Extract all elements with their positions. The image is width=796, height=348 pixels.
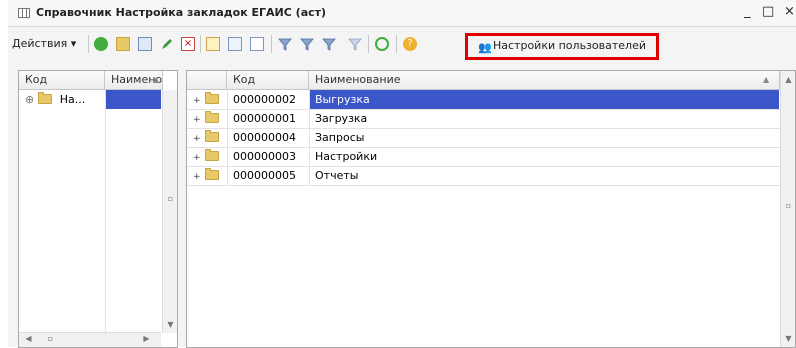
row-code: 000000001 (233, 112, 296, 125)
tree-node[interactable]: ⊕ На... (25, 90, 105, 109)
scroll-thumb[interactable]: ▫ (781, 201, 796, 210)
clear-filter-icon[interactable] (348, 37, 362, 51)
edit-icon[interactable] (160, 37, 174, 51)
row-name: Настройки (315, 150, 378, 163)
minimize-button[interactable]: _ (744, 3, 751, 21)
expand-icon[interactable]: + (193, 153, 201, 163)
table-row[interactable]: + 000000001 Загрузка (187, 109, 795, 128)
add-icon[interactable] (94, 37, 108, 51)
list-col-code[interactable]: Код (227, 71, 309, 90)
scroll-left-icon[interactable]: ◀ (21, 334, 36, 343)
list-panel: Код Наименование ▲ + 000000002 Выгрузка … (186, 70, 796, 348)
folder-icon (204, 111, 219, 123)
toolbar-separator (200, 35, 201, 53)
tree-vscrollbar[interactable]: ▫ ▼ (162, 90, 177, 333)
list-vscrollbar[interactable]: ▲ ▫ ▼ (780, 71, 795, 347)
sort-up-icon: ▲ (763, 75, 770, 84)
left-edge (0, 0, 8, 347)
grid-line (187, 166, 780, 167)
folder-icon (204, 149, 219, 161)
tree-panel: Код Наименов ▲ ⊕ На... ▫ ▼ ◀ ▫ ▶ (18, 70, 178, 348)
user-settings-label: Настройки пользователей (493, 39, 646, 52)
row-name: Выгрузка (309, 90, 779, 109)
list-col-icon (187, 71, 227, 90)
scroll-down-icon[interactable]: ▼ (781, 334, 796, 343)
expand-icon[interactable]: + (193, 96, 201, 106)
filter-icon[interactable] (278, 37, 292, 51)
scroll-right-icon[interactable]: ▶ (139, 334, 154, 343)
table-row[interactable]: + 000000004 Запросы (187, 128, 795, 147)
row-name: Запросы (315, 131, 365, 144)
row-name: Отчеты (315, 169, 359, 182)
grid-line (227, 90, 228, 185)
toolbar-separator (88, 35, 89, 53)
toolbar: Действия ▾ × ? 👥Настройки пользователей (8, 27, 796, 61)
row-code: 000000002 (233, 93, 296, 106)
row-icons: + (193, 166, 227, 185)
scroll-up-icon[interactable]: ▲ (781, 75, 796, 84)
grid-line (187, 128, 780, 129)
table-row[interactable]: + 000000005 Отчеты (187, 166, 795, 185)
grid-line (187, 147, 780, 148)
window-title: Справочник Настройка закладок ЕГАИС (аст… (36, 6, 327, 19)
list-col-name[interactable]: Наименование (309, 71, 780, 90)
copy-icon[interactable] (138, 37, 152, 51)
list-view-icon[interactable] (206, 37, 220, 51)
scroll-thumb[interactable]: ▫ (43, 334, 58, 343)
expand-icon[interactable]: + (193, 172, 201, 182)
row-code: 000000005 (233, 169, 296, 182)
scroll-down-icon[interactable]: ▼ (163, 320, 178, 329)
expand-icon[interactable]: ⊕ (25, 93, 34, 106)
maximize-button[interactable]: □ (762, 3, 774, 21)
expand-icon[interactable]: + (193, 115, 201, 125)
table-row[interactable]: + 000000002 Выгрузка (187, 90, 795, 109)
folder-icon (204, 168, 219, 180)
row-code: 000000003 (233, 150, 296, 163)
refresh-icon[interactable] (375, 37, 389, 51)
sort-up-icon: ▲ (153, 75, 160, 84)
user-settings-button[interactable]: 👥Настройки пользователей (474, 37, 650, 55)
scroll-thumb[interactable]: ▫ (163, 194, 178, 203)
tree-row[interactable]: ⊕ На... (19, 90, 177, 109)
row-icons: + (193, 147, 227, 166)
toolbar-separator (396, 35, 397, 53)
table-icon (18, 8, 30, 18)
add-folder-icon[interactable] (116, 37, 130, 51)
actions-menu[interactable]: Действия ▾ (12, 37, 76, 50)
grid-line (187, 109, 780, 110)
filter-value-icon[interactable] (300, 37, 314, 51)
expand-icon[interactable]: + (193, 134, 201, 144)
tree-node-label: На... (59, 93, 86, 106)
help-icon[interactable]: ? (403, 37, 417, 51)
close-button[interactable]: × (784, 3, 795, 21)
filter-list-icon[interactable] (322, 37, 336, 51)
toolbar-separator (368, 35, 369, 53)
folder-icon (204, 92, 219, 104)
folder-icon (204, 130, 219, 142)
row-icons: + (193, 90, 227, 109)
grid-line (187, 185, 780, 186)
main-window: Справочник Настройка закладок ЕГАИС (аст… (0, 0, 796, 348)
table-row[interactable]: + 000000003 Настройки (187, 147, 795, 166)
folder-icon (38, 92, 53, 104)
grid-line (105, 90, 106, 333)
toolbar-separator (271, 35, 272, 53)
users-icon: 👥 (478, 41, 492, 54)
tree-view-icon[interactable] (228, 37, 242, 51)
title-bar: Справочник Настройка закладок ЕГАИС (аст… (8, 0, 796, 27)
tree-col-code[interactable]: Код (19, 71, 105, 90)
tree-hscrollbar[interactable]: ◀ ▫ ▶ (19, 332, 161, 347)
grid-line (309, 90, 310, 185)
row-code: 000000004 (233, 131, 296, 144)
delete-icon[interactable]: × (181, 37, 195, 51)
hierarchy-icon[interactable] (250, 37, 264, 51)
row-name: Загрузка (315, 112, 368, 125)
row-icons: + (193, 109, 227, 128)
tree-selected-cell[interactable] (105, 90, 161, 109)
row-icons: + (193, 128, 227, 147)
